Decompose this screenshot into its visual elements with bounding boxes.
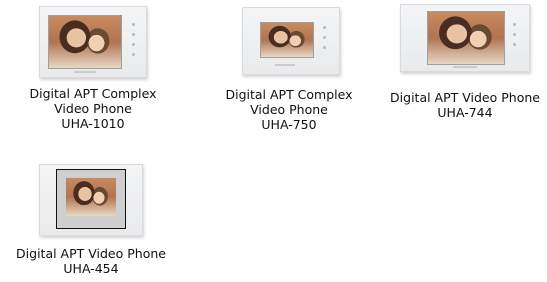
product-caption: Digital APT Video Phone UHA-454 — [10, 246, 172, 276]
product-card-uha-750[interactable]: Digital APT Complex Video Phone UHA-750 — [214, 7, 364, 132]
product-card-uha-454[interactable]: Digital APT Video Phone UHA-454 — [10, 164, 172, 276]
product-card-uha-744[interactable]: Digital APT Video Phone UHA-744 — [384, 4, 546, 120]
product-model: UHA-750 — [261, 117, 317, 132]
product-caption: Digital APT Video Phone UHA-744 — [384, 90, 546, 120]
video-phone-screen — [260, 22, 314, 58]
product-name-line1: Digital APT Video Phone — [390, 90, 540, 105]
product-name-line1: Digital APT Complex — [29, 86, 157, 101]
product-name-line2: Video Phone — [250, 102, 328, 117]
video-phone-screen — [427, 11, 505, 65]
product-model: UHA-744 — [437, 105, 493, 120]
video-phone-image[interactable] — [39, 6, 147, 78]
video-phone-screen — [56, 169, 126, 229]
video-phone-screen — [48, 15, 122, 69]
product-name-line1: Digital APT Complex — [225, 87, 353, 102]
video-phone-image[interactable] — [400, 4, 530, 72]
product-name-line1: Digital APT Video Phone — [16, 246, 166, 261]
video-phone-image[interactable] — [242, 7, 340, 75]
product-caption: Digital APT Complex Video Phone UHA-750 — [214, 87, 364, 132]
product-card-uha-1010[interactable]: Digital APT Complex Video Phone UHA-1010 — [20, 6, 166, 131]
product-model: UHA-1010 — [61, 116, 125, 131]
video-phone-image[interactable] — [39, 164, 143, 236]
product-caption: Digital APT Complex Video Phone UHA-1010 — [20, 86, 166, 131]
product-name-line2: Video Phone — [54, 101, 132, 116]
product-model: UHA-454 — [63, 261, 119, 276]
